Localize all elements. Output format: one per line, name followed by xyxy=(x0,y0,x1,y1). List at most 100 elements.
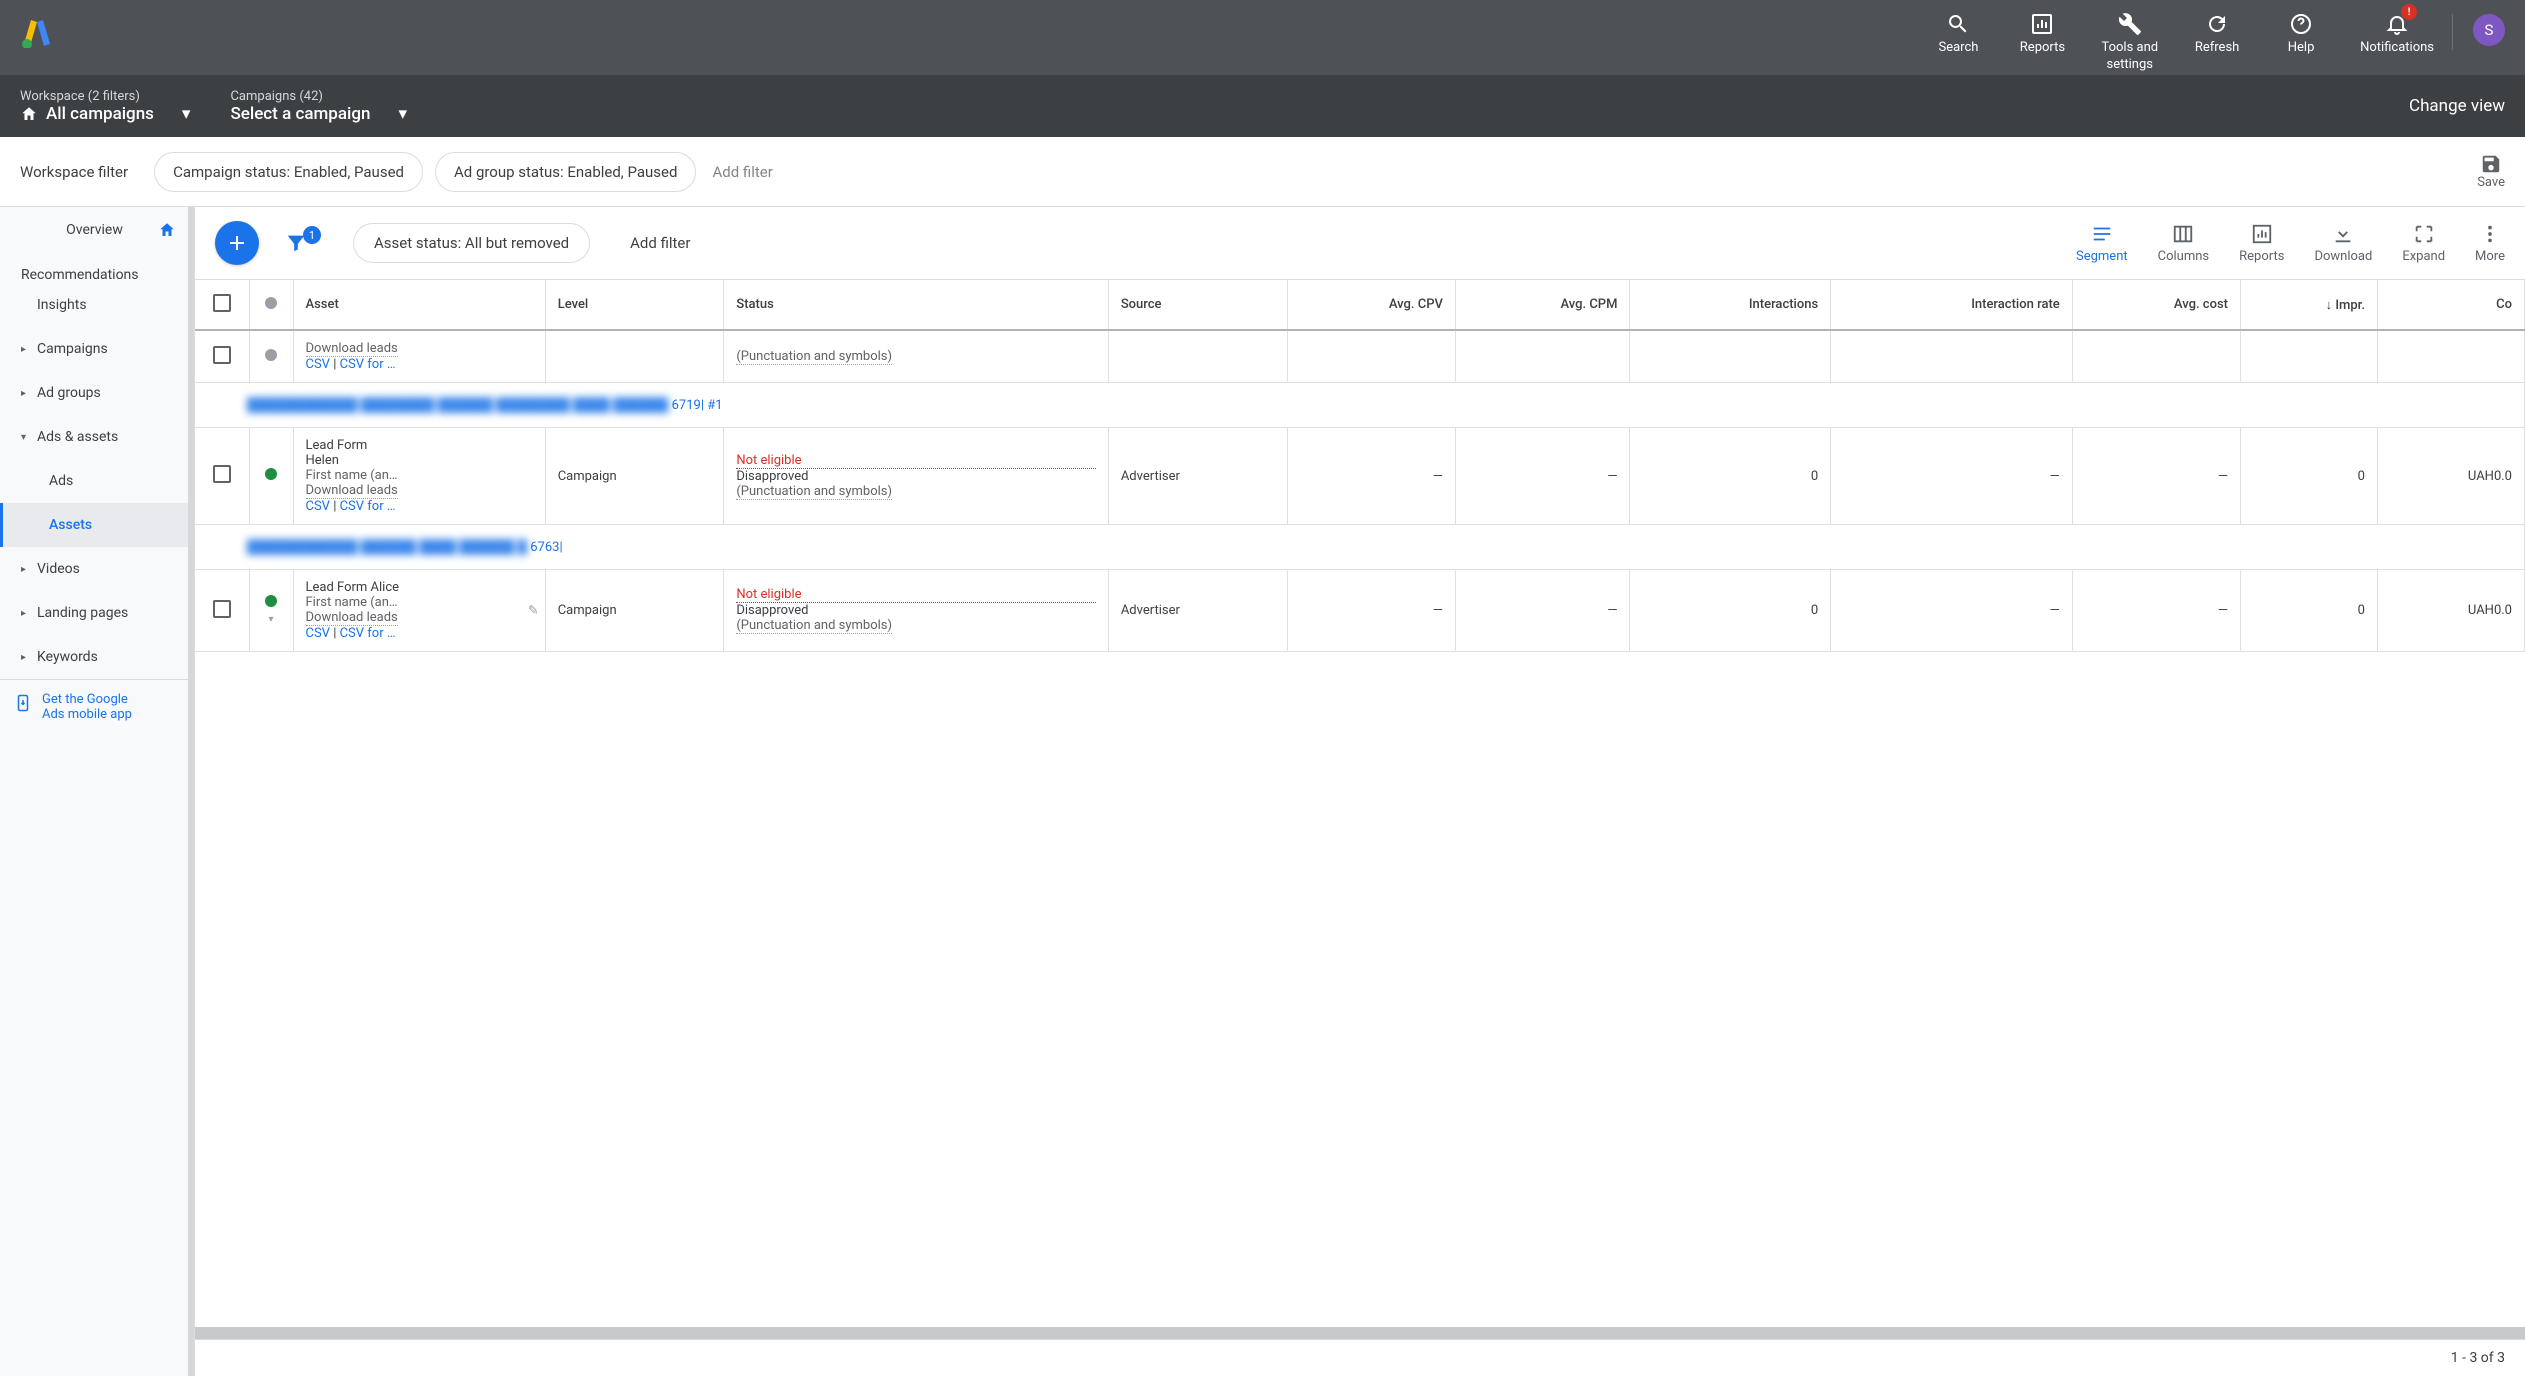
filter-button[interactable]: 1 xyxy=(279,232,313,254)
column-header[interactable]: Interaction rate xyxy=(1831,280,2073,330)
refresh-button[interactable]: Refresh xyxy=(2192,10,2242,57)
status-cell: Not eligibleDisapproved(Punctuation and … xyxy=(724,428,1108,525)
pencil-icon[interactable]: ✎ xyxy=(528,603,539,618)
row-checkbox[interactable] xyxy=(213,465,231,483)
assets-table: AssetLevelStatusSourceAvg. CPVAvg. CPMIn… xyxy=(195,279,2525,1327)
reports-button[interactable]: Reports xyxy=(2017,10,2067,57)
chevron-down-icon: ▾ xyxy=(398,104,407,124)
column-header[interactable]: Status xyxy=(724,280,1108,330)
sidebar-item-recommendations[interactable]: Recommendations xyxy=(0,253,39,281)
expand-icon xyxy=(2413,223,2435,245)
segment-icon xyxy=(2091,223,2113,245)
chevron-icon: ▾ xyxy=(21,432,31,443)
sidebar-item-ad-groups[interactable]: ▸Ad groups xyxy=(0,371,194,415)
table-add-filter[interactable]: Add filter xyxy=(630,234,690,252)
columns-icon xyxy=(2172,223,2194,245)
status-dot-icon xyxy=(265,468,277,480)
sidebar-item-landing-pages[interactable]: ▸Landing pages xyxy=(0,591,194,635)
column-header[interactable]: Level xyxy=(545,280,724,330)
column-header[interactable]: Asset xyxy=(293,280,545,330)
column-header[interactable]: Interactions xyxy=(1630,280,1831,330)
table-group-row[interactable]: ████████████ ██████ ████ ██████ █ 6763| xyxy=(195,525,2525,570)
asset-cell: Download leadsCSV | CSV for … xyxy=(293,330,545,383)
home-icon xyxy=(158,221,176,239)
avg-cpv-cell: — xyxy=(1287,428,1455,525)
csv-link[interactable]: CSV xyxy=(306,626,330,641)
download-button[interactable]: Download xyxy=(2314,223,2372,264)
sidebar-item-keywords[interactable]: ▸Keywords xyxy=(0,635,194,679)
expand-button[interactable]: Expand xyxy=(2402,223,2445,264)
bell-icon xyxy=(2385,10,2409,38)
sidebar-item-insights[interactable]: Insights xyxy=(0,283,194,327)
csv-link[interactable]: CSV xyxy=(306,499,330,514)
source-cell: Advertiser xyxy=(1108,570,1287,652)
select-all-checkbox[interactable] xyxy=(213,294,231,312)
avg-cost-cell: — xyxy=(2072,570,2240,652)
sidebar-item-assets[interactable]: Assets xyxy=(0,503,194,547)
search-icon xyxy=(1946,10,1970,38)
more-button[interactable]: More xyxy=(2475,223,2505,264)
sidebar-item-overview[interactable]: Overview xyxy=(0,207,194,253)
sidebar-item-videos[interactable]: ▸Videos xyxy=(0,547,194,591)
column-header[interactable] xyxy=(195,280,249,330)
user-avatar[interactable]: S xyxy=(2473,14,2505,46)
interactions-cell: 0 xyxy=(1630,570,1831,652)
wrench-icon xyxy=(2118,10,2142,38)
filter-label: Workspace filter xyxy=(20,163,128,181)
filter-chip[interactable]: Ad group status: Enabled, Paused xyxy=(435,152,696,192)
status-dot-icon xyxy=(265,595,277,607)
mobile-download-icon xyxy=(14,692,32,714)
sidebar: OverviewRecommendationsInsights▸Campaign… xyxy=(0,207,195,1376)
column-header[interactable]: Avg. CPV xyxy=(1287,280,1455,330)
plus-icon xyxy=(225,231,249,255)
reports-button[interactable]: Reports xyxy=(2239,223,2284,264)
workspace-selector[interactable]: Workspace (2 filters) All campaigns ▾ xyxy=(20,89,190,124)
filter-chip[interactable]: Campaign status: Enabled, Paused xyxy=(154,152,423,192)
avg-cost-cell xyxy=(2072,330,2240,383)
sidebar-resize-handle[interactable] xyxy=(188,207,194,1376)
interaction-rate-cell: — xyxy=(1831,428,2073,525)
table-row: Lead FormHelenFirst name (an…Download le… xyxy=(195,428,2525,525)
sidebar-item-campaigns[interactable]: ▸Campaigns xyxy=(0,327,194,371)
download-icon xyxy=(2332,223,2354,245)
google-ads-logo xyxy=(20,18,54,48)
horizontal-scrollbar[interactable] xyxy=(195,1327,2525,1339)
row-checkbox[interactable] xyxy=(213,600,231,618)
status-dot-icon xyxy=(265,349,277,361)
change-view-button[interactable]: Change view xyxy=(2409,96,2505,116)
mobile-app-promo[interactable]: Get the Google Ads mobile app xyxy=(0,679,194,734)
chevron-icon: ▸ xyxy=(21,344,31,355)
main-content: 1 Asset status: All but removed Add filt… xyxy=(195,207,2525,1376)
campaign-selector[interactable]: Campaigns (42) Select a campaign ▾ xyxy=(230,89,407,124)
segment-button[interactable]: Segment xyxy=(2076,223,2128,264)
column-header[interactable] xyxy=(249,280,293,330)
status-cell: Not eligibleDisapproved(Punctuation and … xyxy=(724,570,1108,652)
column-header[interactable]: Source xyxy=(1108,280,1287,330)
chevron-down-icon: ▾ xyxy=(182,104,191,124)
table-group-row[interactable]: ████████████ ████████ ██████ ████████ ██… xyxy=(195,383,2525,428)
sidebar-item-ads-assets[interactable]: ▾Ads & assets xyxy=(0,415,194,459)
help-button[interactable]: Help xyxy=(2276,10,2326,57)
column-header[interactable]: Avg. cost xyxy=(2072,280,2240,330)
sidebar-item-ads[interactable]: Ads xyxy=(0,459,194,503)
table-row: Download leadsCSV | CSV for … (Punctuati… xyxy=(195,330,2525,383)
asset-status-chip[interactable]: Asset status: All but removed xyxy=(353,223,590,263)
csv-link[interactable]: CSV for … xyxy=(340,499,396,514)
table-toolbar: 1 Asset status: All but removed Add filt… xyxy=(195,207,2525,279)
add-button[interactable] xyxy=(215,221,259,265)
column-header[interactable]: Co xyxy=(2377,280,2524,330)
notifications-button[interactable]: Notifications xyxy=(2360,10,2434,57)
interaction-rate-cell xyxy=(1831,330,2073,383)
add-filter-button[interactable]: Add filter xyxy=(712,163,772,181)
columns-button[interactable]: Columns xyxy=(2158,223,2210,264)
interactions-cell xyxy=(1630,330,1831,383)
save-button[interactable]: Save xyxy=(2477,153,2505,190)
csv-link[interactable]: CSV for … xyxy=(340,626,396,641)
tools-and-settings-button[interactable]: Tools and settings xyxy=(2101,10,2158,74)
row-checkbox[interactable] xyxy=(213,346,231,364)
search-button[interactable]: Search xyxy=(1933,10,1983,57)
csv-link[interactable]: CSV xyxy=(306,357,330,372)
column-header[interactable]: ↓ Impr. xyxy=(2241,280,2378,330)
csv-link[interactable]: CSV for … xyxy=(340,357,396,372)
column-header[interactable]: Avg. CPM xyxy=(1455,280,1630,330)
